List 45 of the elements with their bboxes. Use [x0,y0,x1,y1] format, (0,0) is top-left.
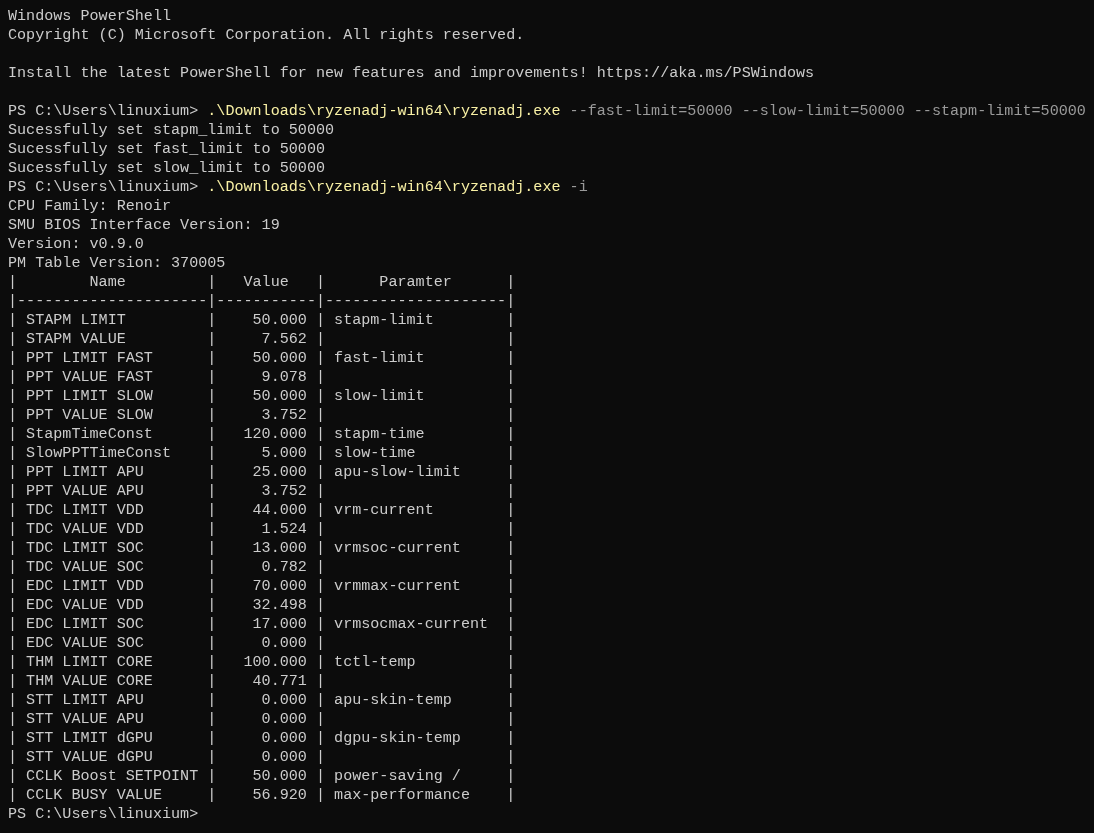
output-text: | TDC LIMIT SOC | 13.000 | vrmsoc-current | [8,539,516,557]
output-text: | STT VALUE dGPU | 0.000 | | [8,748,516,766]
output-text: | PPT LIMIT APU | 25.000 | apu-slow-limit | [8,463,516,481]
output-text: | THM VALUE CORE | 40.771 | | [8,672,516,690]
argument-text: --fast-limit=50000 --slow-limit=50000 --stapm-limit=50000 [569,102,1086,120]
output-text: Sucessfully set fast_limit to 50000 [8,140,326,158]
prompt-text: PS C:\Users\linuxium> [8,102,199,120]
prompt-text: PS C:\Users\linuxium> [8,178,199,196]
output-text: | EDC VALUE VDD | 32.498 | | [8,596,516,614]
output-text: | Name | Value | Paramter | [8,273,516,291]
output-text: SMU BIOS Interface Version: 19 [8,216,280,234]
output-text: | SlowPPTTimeConst | 5.000 | slow-time | [8,444,516,462]
output-text: | CCLK BUSY VALUE | 56.920 | max-performance | [8,786,516,804]
output-text: Copyright (C) Microsoft Corporation. All rights reserved. [8,26,525,44]
output-text: | TDC VALUE SOC | 0.782 | | [8,558,516,576]
command-text: .\Downloads\ryzenadj-win64\ryzenadj.exe [207,178,561,196]
output-text: | STAPM LIMIT | 50.000 | stapm-limit | [8,311,516,329]
output-text: Version: v0.9.0 [8,235,144,253]
output-text: | PPT VALUE SLOW | 3.752 | | [8,406,516,424]
output-text: Sucessfully set slow_limit to 50000 [8,159,326,177]
output-text: | EDC VALUE SOC | 0.000 | | [8,634,516,652]
output-text: | PPT VALUE APU | 3.752 | | [8,482,516,500]
argument-text: -i [569,178,588,196]
output-text: | PPT LIMIT FAST | 50.000 | fast-limit | [8,349,516,367]
output-text: | TDC LIMIT VDD | 44.000 | vrm-current | [8,501,516,519]
output-text: Windows PowerShell [8,7,172,25]
prompt-text: PS C:\Users\linuxium> [8,805,199,823]
output-text: | TDC VALUE VDD | 1.524 | | [8,520,516,538]
output-text: PM Table Version: 370005 [8,254,226,272]
output-text: | StapmTimeConst | 120.000 | stapm-time | [8,425,516,443]
output-text: | STAPM VALUE | 7.562 | | [8,330,516,348]
output-text: |---------------------|-----------|--------------------| [8,292,516,310]
output-text: | PPT VALUE FAST | 9.078 | | [8,368,516,386]
output-text: | STT LIMIT APU | 0.000 | apu-skin-temp | [8,691,516,709]
output-text: | EDC LIMIT VDD | 70.000 | vrmmax-current | [8,577,516,595]
output-text: | STT LIMIT dGPU | 0.000 | dgpu-skin-temp | [8,729,516,747]
output-text: | CCLK Boost SETPOINT | 50.000 | power-saving / | [8,767,516,785]
output-text: | PPT LIMIT SLOW | 50.000 | slow-limit | [8,387,516,405]
output-text: | EDC LIMIT SOC | 17.000 | vrmsocmax-current | [8,615,516,633]
output-text: CPU Family: Renoir [8,197,172,215]
command-text: .\Downloads\ryzenadj-win64\ryzenadj.exe [207,102,561,120]
output-text: | THM LIMIT CORE | 100.000 | tctl-temp | [8,653,516,671]
output-text: | STT VALUE APU | 0.000 | | [8,710,516,728]
output-text: Install the latest PowerShell for new features and improvements! https://aka.ms/PSWindows [8,64,815,82]
output-text: Sucessfully set stapm_limit to 50000 [8,121,335,139]
